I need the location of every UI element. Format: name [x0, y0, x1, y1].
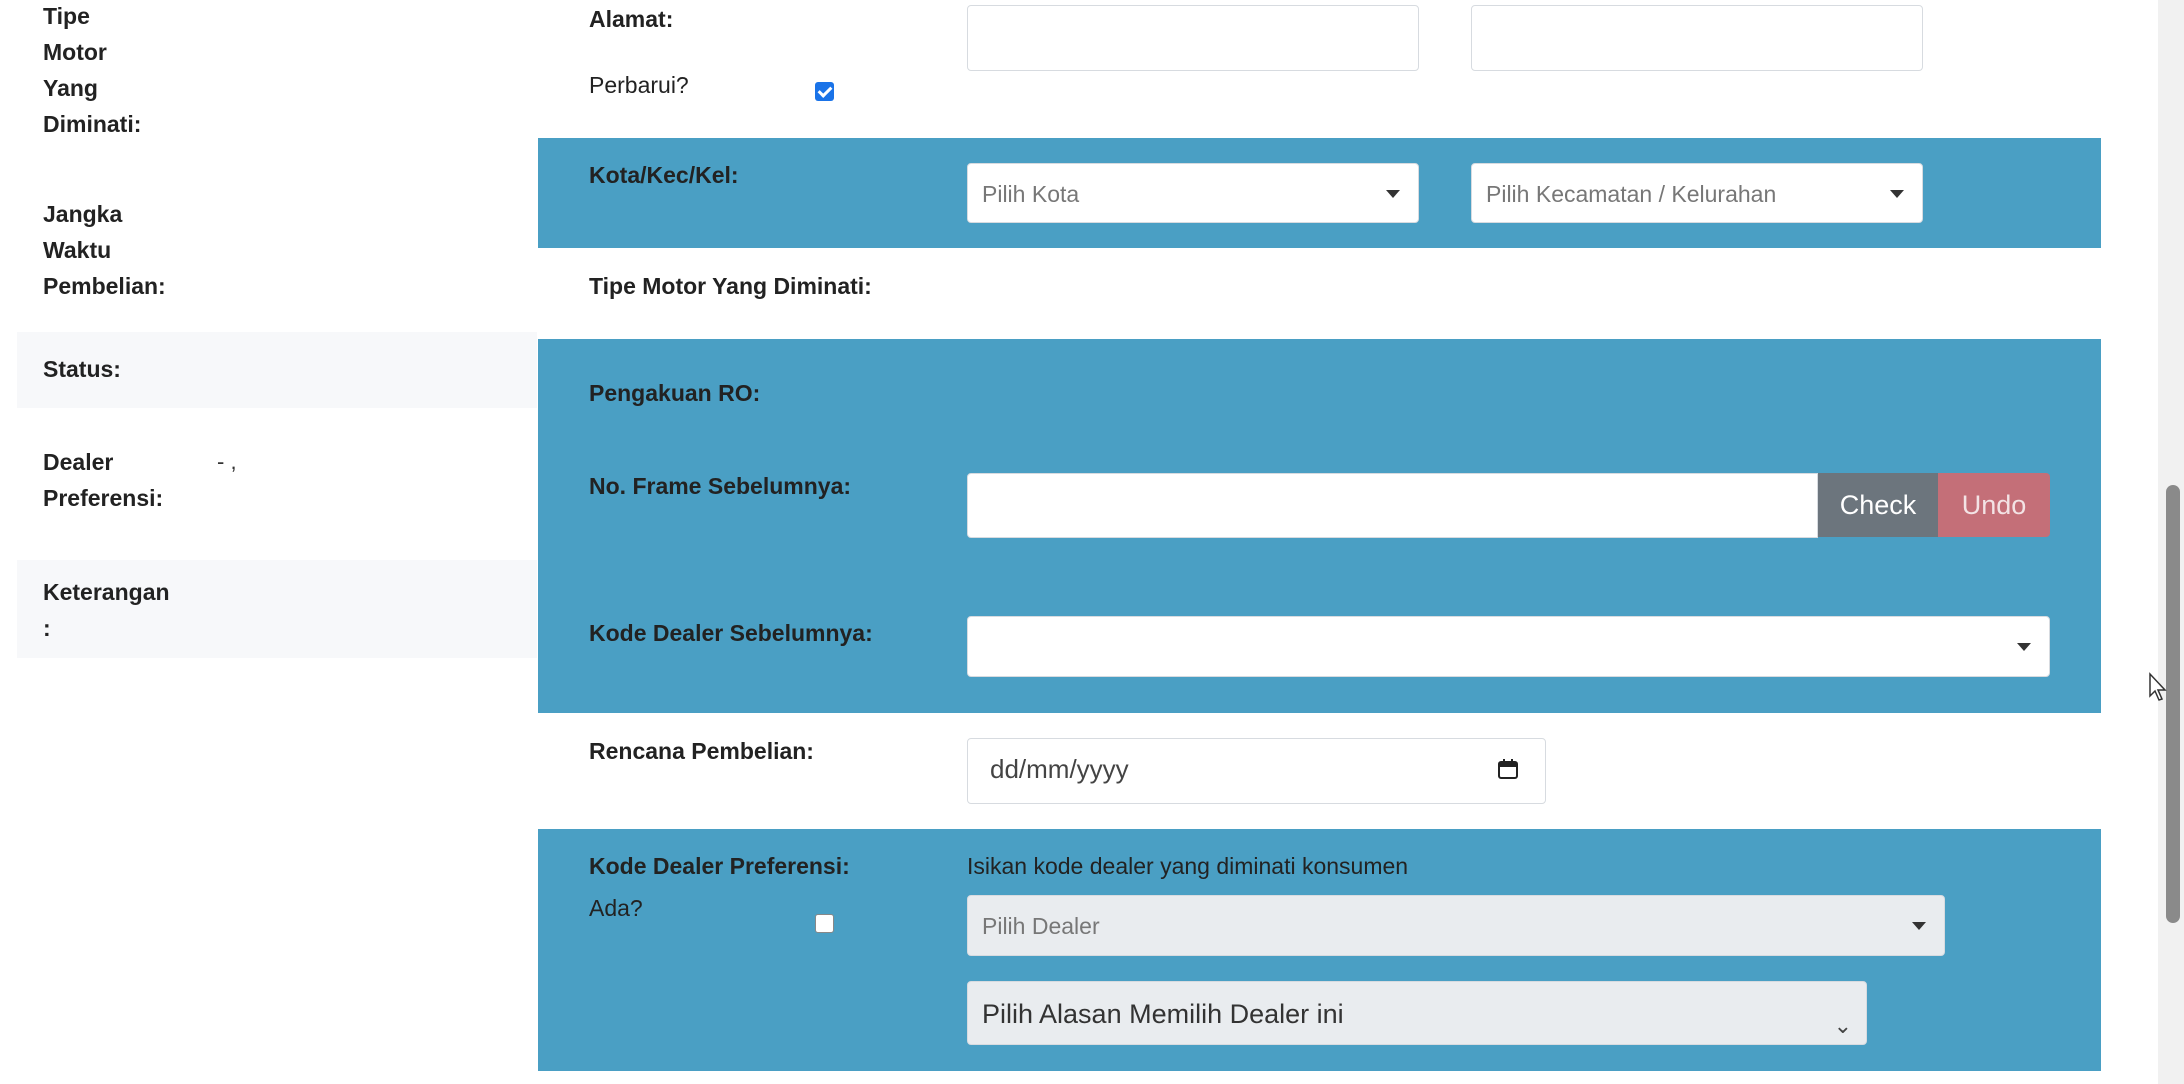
date-placeholder: dd/mm/yyyy [990, 754, 1129, 784]
summary-row-keterangan: Keterangan : [17, 560, 537, 658]
summary-label: Dealer Preferensi: [43, 444, 163, 516]
no-frame-input[interactable] [967, 473, 1818, 538]
kode-dealer-hint: Isikan kode dealer yang diminati konsume… [967, 853, 1409, 879]
summary-label-line: Diminati: [43, 111, 142, 137]
section-kode-dealer-preferensi: Kode Dealer Preferensi: Isikan kode deal… [538, 829, 2101, 1071]
caret-down-icon [2017, 643, 2031, 651]
kota-label: Kota/Kec/Kel: [589, 162, 739, 188]
summary-row-jangka-waktu: Jangka Waktu Pembelian: [17, 154, 537, 332]
summary-label-line: Pembelian: [43, 273, 166, 299]
kode-dealer-preferensi-label: Kode Dealer Preferensi: [589, 853, 850, 879]
tipe-motor-label: Tipe Motor Yang Diminati: [589, 273, 872, 299]
no-frame-label: No. Frame Sebelumnya: [589, 473, 852, 499]
section-alamat: Alamat: Perbarui? [538, 0, 2101, 138]
summary-label-line: Tipe [43, 3, 90, 29]
perbarui-checkbox[interactable] [815, 82, 834, 101]
calendar-icon[interactable] [1497, 758, 1519, 780]
section-pengakuan-ro: Pengakuan RO: No. Frame Sebelumnya: Chec… [538, 339, 2101, 713]
ada-label: Ada? [589, 895, 643, 921]
undo-button[interactable]: Undo [1938, 473, 2050, 537]
summary-label: Tipe Motor Yang Diminati: [43, 0, 141, 142]
check-button[interactable]: Check [1818, 473, 1938, 537]
summary-label-line: Jangka [43, 201, 123, 227]
alamat-label: Alamat: [589, 6, 674, 32]
summary-label: Jangka Waktu Pembelian: [43, 196, 166, 304]
section-kota: Kota/Kec/Kel: Pilih Kota Pilih Kecamatan… [538, 138, 2101, 248]
summary-row-status: Status: [17, 332, 537, 408]
kota-select-placeholder: Pilih Kota [982, 181, 1080, 207]
rencana-pembelian-date-input[interactable]: dd/mm/yyyy [967, 738, 1546, 804]
summary-label-line: Preferensi: [43, 485, 164, 511]
kecamatan-select[interactable]: Pilih Kecamatan / Kelurahan [1471, 163, 1923, 223]
dealer-select-placeholder: Pilih Dealer [982, 913, 1100, 939]
kota-select[interactable]: Pilih Kota [967, 163, 1419, 223]
summary-value: - , [217, 449, 237, 474]
kode-dealer-sebelumnya-label: Kode Dealer Sebelumnya: [589, 620, 873, 646]
alasan-select[interactable]: Pilih Alasan Memilih Dealer ini ⌄ [967, 981, 1867, 1045]
alasan-select-placeholder: Pilih Alasan Memilih Dealer ini [982, 999, 1344, 1029]
mouse-cursor-icon [2149, 672, 2167, 701]
caret-down-icon [1890, 190, 1904, 198]
summary-label-line: Waktu [43, 237, 112, 263]
summary-label-line: Keterangan [43, 579, 170, 605]
summary-label-line: Yang [43, 75, 98, 101]
ada-checkbox[interactable] [815, 914, 834, 933]
summary-row-dealer-preferensi: Dealer Preferensi: - , [17, 408, 537, 560]
section-rencana-pembelian: Rencana Pembelian: dd/mm/yyyy [538, 713, 2101, 829]
summary-label: Status: [43, 351, 121, 387]
alamat-input-1[interactable] [967, 5, 1419, 71]
chevron-down-icon: ⌄ [1833, 1013, 1852, 1038]
summary-label-line: Status: [43, 356, 121, 382]
summary-label-line: Dealer [43, 449, 114, 475]
caret-down-icon [1912, 922, 1926, 930]
scrollbar-thumb[interactable] [2166, 485, 2180, 923]
summary-label-line: Motor [43, 39, 107, 65]
alamat-input-2[interactable] [1471, 5, 1923, 71]
section-tipe-motor: Tipe Motor Yang Diminati: [538, 248, 2101, 339]
kode-dealer-sebelumnya-select[interactable] [967, 616, 2050, 677]
kecamatan-select-placeholder: Pilih Kecamatan / Kelurahan [1486, 181, 1777, 207]
dealer-select[interactable]: Pilih Dealer [967, 895, 1945, 956]
caret-down-icon [1386, 190, 1400, 198]
rencana-pembelian-label: Rencana Pembelian: [589, 738, 814, 764]
summary-label: Keterangan : [43, 574, 170, 646]
summary-row-tipe-motor: Tipe Motor Yang Diminati: [17, 0, 537, 154]
summary-label-line: : [43, 615, 51, 641]
pengakuan-ro-label: Pengakuan RO: [589, 380, 761, 406]
perbarui-label: Perbarui? [589, 72, 689, 98]
